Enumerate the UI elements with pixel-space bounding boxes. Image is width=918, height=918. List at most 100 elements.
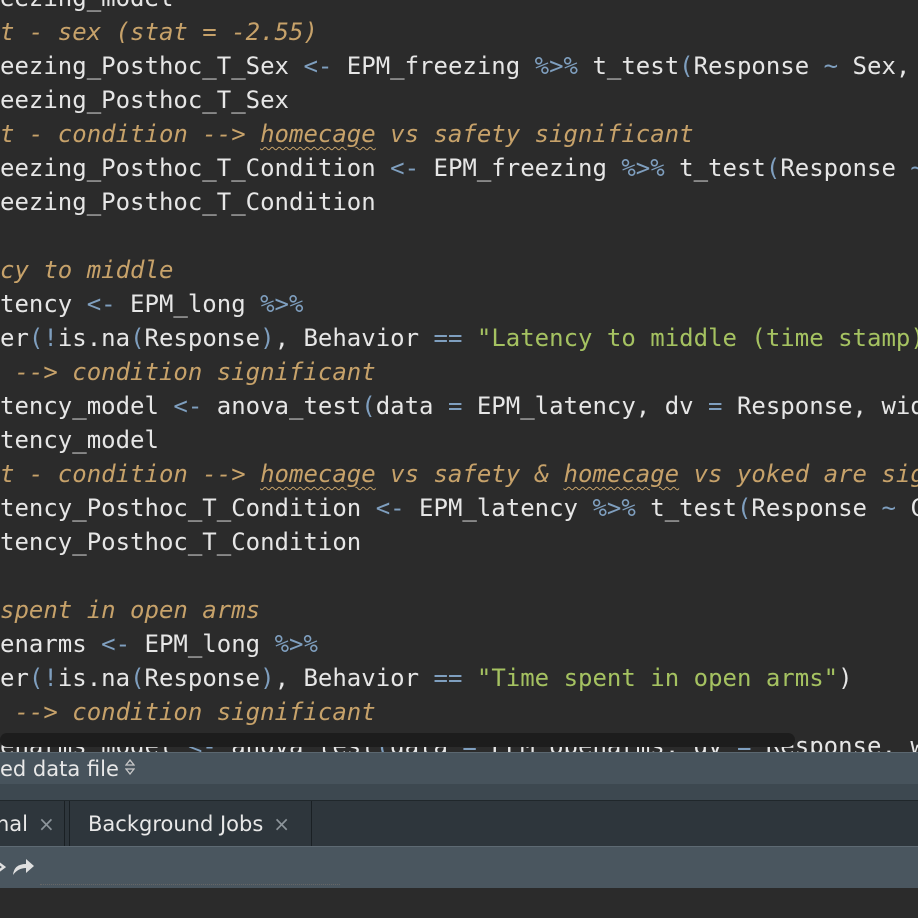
code-operator: <- [101,630,131,658]
code-text: t_test [635,494,737,522]
code-string: "Latency to middle (time stamp)" [476,324,918,352]
code-comment: --> condition significant [0,358,376,386]
code-text: is.na [57,324,131,352]
close-icon[interactable]: × [273,812,290,836]
code-editor[interactable]: eezing_modelt - sex (stat = -2.55) eezing… [0,0,918,752]
code-text: EPM_long [115,290,261,318]
code-text: Co [910,494,918,522]
code-operator: == [433,324,463,352]
code-operator: (! [28,324,58,352]
code-text: , Behavior [274,324,434,352]
code-comment: t - sex (stat = -2.55) [0,18,318,46]
code-text: er [0,664,29,692]
code-text: tency [0,290,87,318]
code-line[interactable]: cy to middle [0,253,173,287]
code-comment: vs safety significant [375,120,694,148]
code-comment: t - condition --> [0,120,261,148]
code-line[interactable]: eezing_Posthoc_T_Condition <- EPM_freezi… [0,151,918,185]
code-line[interactable]: er(!is.na(Response), Behavior == "Time s… [0,661,853,695]
code-string: "Time spent in open arms" [476,664,839,692]
code-line[interactable]: eezing_Posthoc_T_Condition [0,185,376,219]
horizontal-scrollbar[interactable] [0,733,795,747]
code-text: Response [144,324,261,352]
code-text: anova_test [202,392,362,420]
code-line[interactable]: spent in open arms [0,593,260,627]
code-operator: == [433,664,463,692]
code-operator: <- [390,154,420,182]
code-comment-misspelled: homecage [260,120,376,148]
code-text: tency_Posthoc_T_Condition [0,494,376,522]
code-text: eezing_Posthoc_T_Condition [0,188,376,216]
code-text: ) [838,664,853,692]
code-text: Response, wid [722,392,918,420]
code-operator: ( [130,324,145,352]
code-line[interactable]: eezing_model [0,0,173,15]
console-text-fragment [40,884,340,895]
code-line[interactable]: eezing_Posthoc_T_Sex <- EPM_freezing %>%… [0,49,918,83]
updown-arrows-icon[interactable] [124,758,136,779]
code-operator: (! [28,664,58,692]
code-operator: ) [260,324,275,352]
forward-arrow-icon[interactable] [10,855,36,884]
code-line[interactable]: enarms <- EPM_long %>% [0,627,318,661]
code-comment: cy to middle [0,256,174,284]
code-operator: <- [375,494,405,522]
code-text: t_test [664,154,766,182]
code-line[interactable]: --> condition significant [0,355,376,389]
code-operator: <- [86,290,116,318]
code-comment: --> condition significant [0,698,376,726]
code-operator: ( [765,154,781,182]
code-comment: vs yoked are sig [679,460,918,488]
code-operator: %>% [534,52,578,80]
code-text: eezing_Posthoc_T_Sex [0,52,304,80]
code-operator: ~ [823,52,839,80]
tab-background-jobs-label: Background Jobs [88,812,264,836]
code-text: EPM_latency [404,494,593,522]
code-line[interactable]: eezing_Posthoc_T_Sex [0,83,289,117]
code-operator: ~ [881,494,896,522]
console-tab-bar: nal × Background Jobs × [0,800,918,847]
tab-background-jobs[interactable]: Background Jobs × [69,801,312,847]
back-arrow-icon[interactable] [0,855,7,884]
pane-divider[interactable] [0,784,918,800]
code-text: tency_Posthoc_T_Condition [0,528,362,556]
code-line[interactable]: t - condition --> homecage vs safety sig… [0,117,694,151]
code-text: EPM_freezing [419,154,622,182]
code-line[interactable]: tency_model <- anova_test(data = EPM_lat… [0,389,918,423]
code-line[interactable]: tency_model [0,423,159,457]
code-line[interactable]: t - sex (stat = -2.55) [0,15,318,49]
code-text: EPM_freezing [332,52,535,80]
code-comment: vs safety & [375,460,564,488]
code-operator: %>% [260,290,304,318]
code-line[interactable]: tency_Posthoc_T_Condition [0,525,361,559]
editor-status-bar: ed data file [0,752,918,785]
code-text: er [0,324,29,352]
tab-terminal[interactable]: nal × [0,801,65,847]
code-line[interactable]: t - condition --> homecage vs safety & h… [0,457,918,491]
code-comment: t - condition --> [0,460,261,488]
code-operator: ) [260,664,275,692]
file-type-label[interactable]: ed data file [0,757,119,781]
code-operator: = [708,392,723,420]
code-operator: <- [303,52,333,80]
code-text: tency_model [0,426,159,454]
code-text: is.na [57,664,131,692]
code-text: EPM_long [130,630,275,658]
tab-terminal-label: nal [0,812,29,836]
code-line[interactable]: --> condition significant [0,695,376,729]
code-text: enarms [0,630,102,658]
code-comment-misspelled: homecage [260,460,376,488]
console-output[interactable] [0,884,918,918]
code-text: EPM_latency, dv [462,392,709,420]
code-text: Sex, v [852,52,911,80]
code-operator: ( [736,494,752,522]
code-line[interactable]: tency_Posthoc_T_Condition <- EPM_latency… [0,491,918,525]
code-operator: %>% [621,154,665,182]
code-text: , Behavior [274,664,434,692]
code-operator: ~ [910,154,918,182]
code-line[interactable]: tency <- EPM_long %>% [0,287,303,321]
code-line[interactable]: er(!is.na(Response), Behavior == "Latenc… [0,321,918,355]
close-icon[interactable]: × [38,812,55,836]
